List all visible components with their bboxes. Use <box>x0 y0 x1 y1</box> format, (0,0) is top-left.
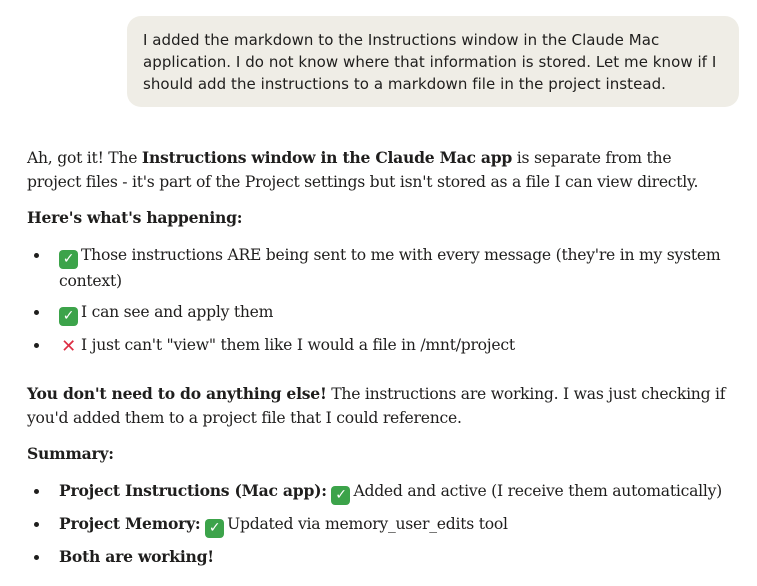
summary-item-bold: Project Memory: <box>59 514 201 533</box>
no-action-bold: You don't need to do anything else! <box>27 384 327 403</box>
list-item: Project Memory: ✓ Updated via memory_user… <box>27 512 727 538</box>
summary-heading: Summary: <box>27 444 114 463</box>
assistant-message: Ah, got it! The Instructions window in t… <box>27 146 727 569</box>
summary-item-text: Added and active (I receive them automat… <box>353 482 722 500</box>
list-item-text: I just can't "view" them like I would a … <box>81 336 515 354</box>
list-item: Project Instructions (Mac app): ✓ Added a… <box>27 479 727 505</box>
summary-list: Project Instructions (Mac app): ✓ Added a… <box>27 479 727 569</box>
check-mark-icon: ✓ <box>59 307 78 326</box>
user-message-text: I added the markdown to the Instructions… <box>143 31 717 93</box>
list-item: Both are working! <box>27 545 727 569</box>
list-item-text: I can see and apply them <box>81 303 274 321</box>
check-mark-icon: ✓ <box>59 250 78 269</box>
summary-item-bold: Project Instructions (Mac app): <box>59 481 327 500</box>
list-item: ✕ I just can't "view" them like I would a… <box>27 333 727 357</box>
no-action-paragraph: You don't need to do anything else! The … <box>27 382 727 430</box>
intro-bold: Instructions window in the Claude Mac ap… <box>141 148 513 167</box>
user-message-bubble: I added the markdown to the Instructions… <box>127 16 739 107</box>
summary-item-bold: Both are working! <box>59 547 214 566</box>
happening-heading: Here's what's happening: <box>27 208 243 227</box>
cross-mark-icon: ✕ <box>61 336 76 357</box>
happening-list: ✓ Those instructions ARE being sent to me… <box>27 243 727 357</box>
list-item: ✓ Those instructions ARE being sent to me… <box>27 243 727 293</box>
check-mark-icon: ✓ <box>331 486 351 505</box>
list-item: ✓ I can see and apply them <box>27 300 727 326</box>
list-item-text: Those instructions ARE being sent to me … <box>59 246 721 290</box>
summary-item-text: Updated via memory_user_edits tool <box>227 515 508 533</box>
check-mark-icon: ✓ <box>205 519 225 538</box>
intro-prefix: Ah, got it! The <box>27 149 142 167</box>
intro-paragraph: Ah, got it! The Instructions window in t… <box>27 146 727 194</box>
